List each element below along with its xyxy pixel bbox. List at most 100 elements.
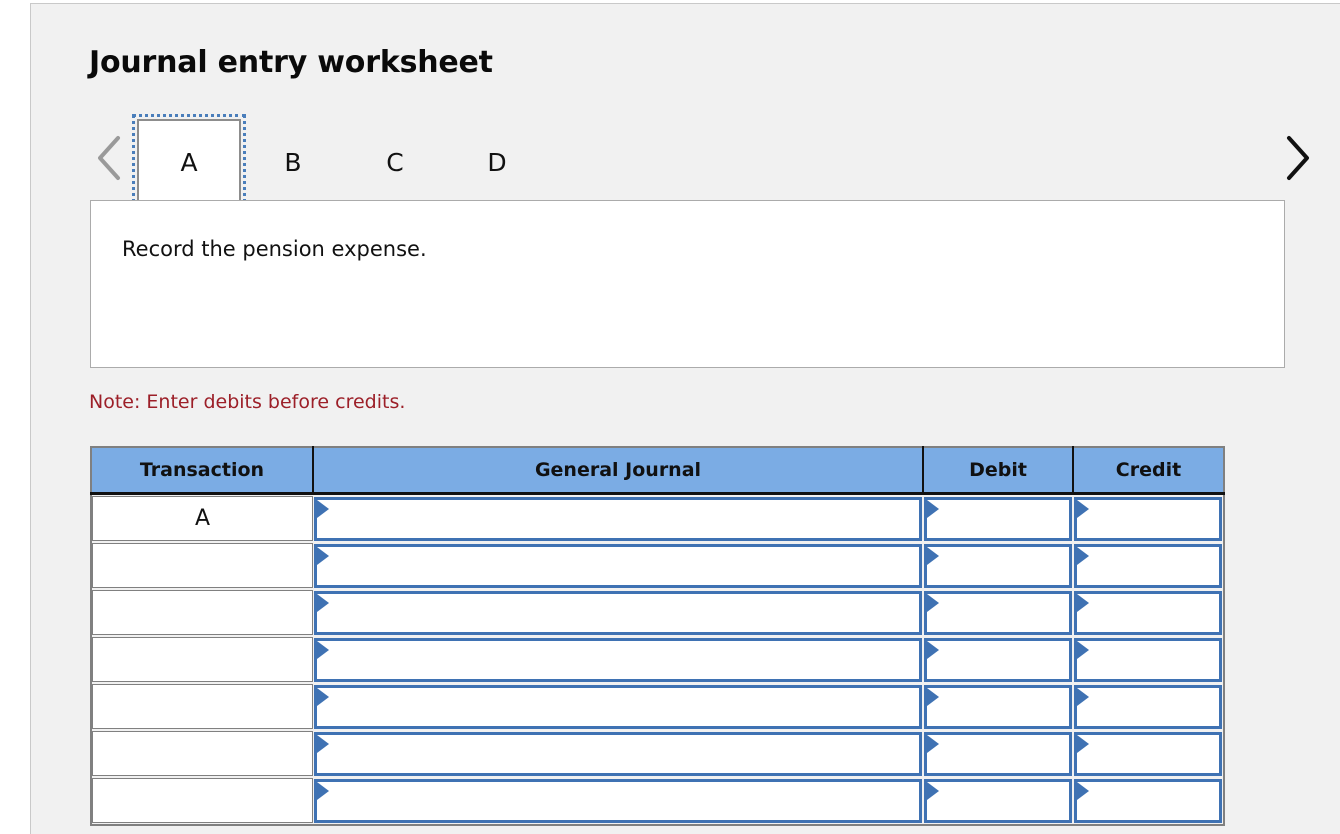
tab-d[interactable]: D (445, 119, 549, 205)
column-header-general-journal: General Journal (313, 447, 924, 495)
credit-input[interactable] (1074, 543, 1222, 588)
transaction-value (92, 542, 313, 588)
credit-input[interactable] (1074, 496, 1222, 541)
debit-cell (923, 493, 1073, 542)
general-journal-select[interactable] (314, 778, 922, 823)
debit-cell (923, 588, 1073, 636)
dropdown-caret-icon (317, 781, 329, 800)
general-journal-select[interactable] (314, 637, 922, 682)
credit-cell (1073, 635, 1224, 683)
dropdown-caret-icon (317, 546, 329, 565)
debit-cell (923, 541, 1073, 589)
credit-input[interactable] (1074, 637, 1222, 682)
general-journal-cell (313, 541, 923, 589)
transaction-value: A (92, 495, 313, 541)
dropdown-caret-icon (1077, 734, 1089, 753)
dropdown-caret-icon (1077, 593, 1089, 612)
dropdown-caret-icon (927, 546, 939, 565)
general-journal-cell (313, 682, 923, 730)
tab-d-label: D (487, 147, 507, 177)
credit-cell (1073, 493, 1224, 542)
tab-a[interactable]: A (132, 114, 246, 210)
dropdown-caret-icon (1077, 499, 1089, 518)
table-row (91, 682, 1224, 730)
table-header-row: Transaction General Journal Debit Credit (91, 447, 1224, 495)
dropdown-caret-icon (927, 734, 939, 753)
debit-cell (923, 776, 1073, 825)
transaction-value (92, 777, 313, 823)
debit-cell (923, 729, 1073, 777)
transaction-cell (91, 682, 313, 730)
debit-input[interactable] (924, 590, 1072, 635)
transaction-cell (91, 588, 313, 636)
dropdown-caret-icon (927, 640, 939, 659)
debits-before-credits-note: Note: Enter debits before credits. (89, 391, 406, 413)
dropdown-caret-icon (1077, 781, 1089, 800)
general-journal-select[interactable] (314, 731, 922, 776)
general-journal-select[interactable] (314, 496, 922, 541)
debit-input[interactable] (924, 684, 1072, 729)
journal-entry-table: Transaction General Journal Debit Credit… (90, 446, 1225, 826)
dropdown-caret-icon (927, 781, 939, 800)
tab-c[interactable]: C (343, 119, 447, 205)
table-row: A (91, 493, 1224, 542)
general-journal-select[interactable] (314, 590, 922, 635)
transaction-value (92, 636, 313, 682)
transaction-cell (91, 635, 313, 683)
dropdown-caret-icon (927, 499, 939, 518)
transaction-cell (91, 776, 313, 825)
debit-input[interactable] (924, 543, 1072, 588)
table-row (91, 776, 1224, 825)
prompt-box: Record the pension expense. (90, 200, 1285, 368)
debit-input[interactable] (924, 637, 1072, 682)
dropdown-caret-icon (317, 593, 329, 612)
general-journal-select[interactable] (314, 543, 922, 588)
column-header-credit: Credit (1073, 447, 1224, 495)
debit-cell (923, 682, 1073, 730)
credit-input[interactable] (1074, 778, 1222, 823)
column-header-transaction: Transaction (91, 447, 314, 495)
general-journal-select[interactable] (314, 684, 922, 729)
credit-input[interactable] (1074, 590, 1222, 635)
dropdown-caret-icon (317, 687, 329, 706)
credit-input[interactable] (1074, 731, 1222, 776)
prompt-text: Record the pension expense. (122, 237, 427, 261)
tab-strip: A B C D (89, 114, 1314, 210)
debit-input[interactable] (924, 731, 1072, 776)
transaction-cell: A (91, 493, 313, 542)
table-row (91, 635, 1224, 683)
credit-input[interactable] (1074, 684, 1222, 729)
table-row (91, 729, 1224, 777)
transaction-value (92, 683, 313, 729)
general-journal-cell (313, 493, 923, 542)
dropdown-caret-icon (927, 593, 939, 612)
general-journal-cell (313, 635, 923, 683)
tab-b-label: B (284, 147, 302, 177)
tab-c-label: C (386, 147, 404, 177)
dropdown-caret-icon (317, 640, 329, 659)
dropdown-caret-icon (1077, 640, 1089, 659)
tab-b[interactable]: B (241, 119, 345, 205)
tab-a-label: A (180, 147, 198, 177)
general-journal-cell (313, 776, 923, 825)
credit-cell (1073, 729, 1224, 777)
column-header-debit: Debit (923, 447, 1074, 495)
transaction-value (92, 589, 313, 635)
dropdown-caret-icon (317, 734, 329, 753)
credit-cell (1073, 588, 1224, 636)
chevron-left-icon[interactable] (93, 132, 127, 184)
table-row (91, 588, 1224, 636)
general-journal-cell (313, 588, 923, 636)
dropdown-caret-icon (1077, 687, 1089, 706)
dropdown-caret-icon (317, 499, 329, 518)
dropdown-caret-icon (1077, 546, 1089, 565)
debit-input[interactable] (924, 778, 1072, 823)
page-title: Journal entry worksheet (89, 45, 493, 80)
transaction-value (92, 730, 313, 776)
table-row (91, 541, 1224, 589)
credit-cell (1073, 682, 1224, 730)
chevron-right-icon[interactable] (1280, 132, 1314, 184)
debit-input[interactable] (924, 496, 1072, 541)
credit-cell (1073, 776, 1224, 825)
debit-cell (923, 635, 1073, 683)
